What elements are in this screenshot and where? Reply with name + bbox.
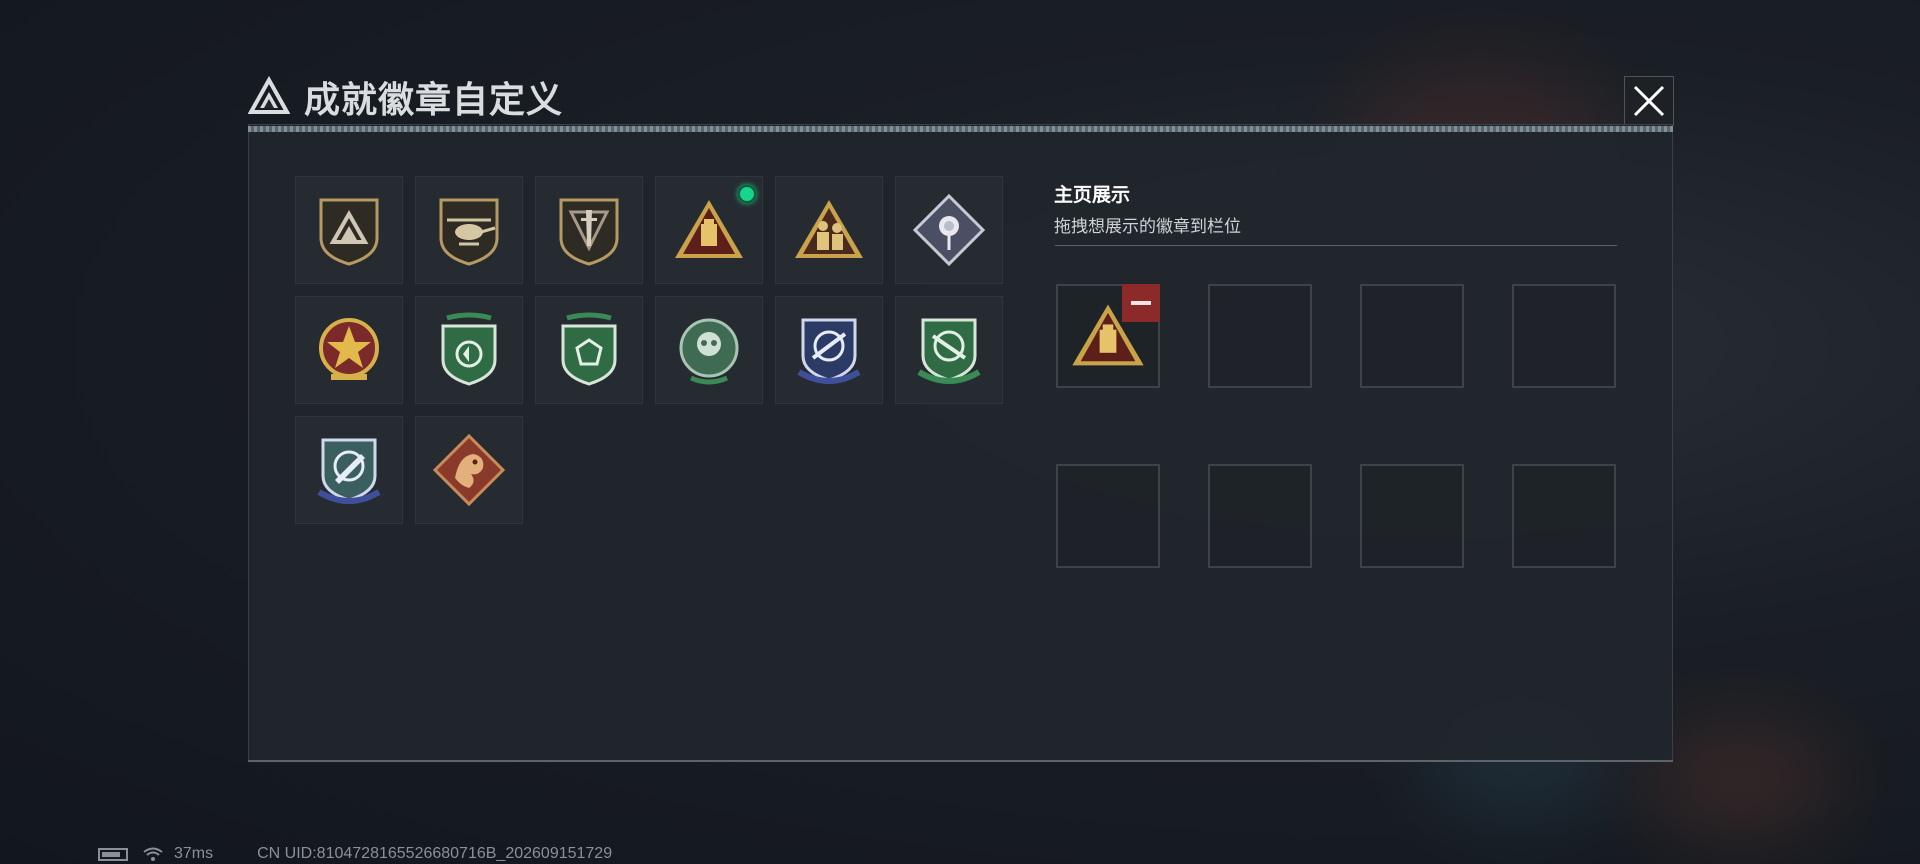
new-badge-indicator: [738, 185, 756, 203]
delta-shield-badge-icon: [319, 198, 379, 266]
showcase-title: 主页展示: [1054, 184, 1131, 206]
blue-knife-shield-badge-icon: [317, 438, 381, 504]
divider: [1055, 245, 1617, 246]
green-shield-arrows-badge-icon: [441, 312, 497, 386]
badge-item[interactable]: [895, 296, 1003, 404]
delta-logo-icon: [248, 76, 290, 114]
badge-item[interactable]: [655, 176, 763, 284]
showcase-slot[interactable]: [1512, 464, 1616, 568]
helicopter-shield-badge-icon: [439, 198, 499, 266]
badge-collection-grid: [295, 176, 1003, 524]
showcase-slot[interactable]: [1056, 464, 1160, 568]
badge-item[interactable]: [295, 416, 403, 524]
badge-item[interactable]: [775, 296, 883, 404]
badge-item[interactable]: [535, 176, 643, 284]
battery-icon: [98, 847, 128, 861]
badge-item[interactable]: [895, 176, 1003, 284]
green-skull-crest-badge-icon: [679, 318, 739, 385]
showcase-slot[interactable]: [1208, 284, 1312, 388]
close-button[interactable]: [1624, 76, 1674, 126]
dagger-shield-badge-icon: [559, 198, 619, 266]
badge-item[interactable]: [415, 416, 523, 524]
blue-rifle-shield-badge-icon: [797, 318, 861, 384]
soldiers-triangle-badge-icon: [795, 200, 863, 258]
badge-item[interactable]: [295, 176, 403, 284]
modal-top-border: [248, 126, 1673, 132]
green-shield-gem-badge-icon: [561, 312, 617, 386]
dragon-diamond-badge-icon: [432, 433, 506, 507]
badge-item[interactable]: [415, 176, 523, 284]
showcase-slot[interactable]: [1208, 464, 1312, 568]
badge-item[interactable]: [535, 296, 643, 404]
badge-item[interactable]: [655, 296, 763, 404]
showcase-slot[interactable]: [1512, 284, 1616, 388]
modal-header: 成就徽章自定义: [248, 72, 563, 122]
showcase-slot[interactable]: [1360, 284, 1464, 388]
modal-title: 成就徽章自定义: [304, 80, 564, 121]
green-rifle-shield-badge-icon: [917, 318, 981, 384]
showcase-slot[interactable]: [1360, 464, 1464, 568]
badge-item[interactable]: [415, 296, 523, 404]
badge-item[interactable]: [295, 296, 403, 404]
ping-value: 37ms: [174, 845, 214, 862]
close-icon: [1633, 85, 1665, 117]
minus-icon: [1131, 301, 1151, 305]
star-medal-badge-icon: [319, 318, 379, 380]
status-bar: 37ms CN UID:8104728165526680716B_2026091…: [98, 844, 612, 864]
modal-bottom-border: [248, 760, 1673, 762]
user-uid: CN UID:8104728165526680716B_202609151729: [257, 845, 613, 862]
showcase-slot[interactable]: [1056, 284, 1160, 388]
badge-item[interactable]: [775, 176, 883, 284]
wifi-icon: [143, 847, 163, 861]
showcase-slot-grid: [1056, 284, 1616, 568]
remove-badge-button[interactable]: [1122, 284, 1160, 322]
pyramid-vault-badge-icon: [675, 200, 743, 258]
showcase-subtitle: 拖拽想展示的徽章到栏位: [1054, 217, 1241, 237]
rose-diamond-badge-icon: [912, 193, 986, 267]
